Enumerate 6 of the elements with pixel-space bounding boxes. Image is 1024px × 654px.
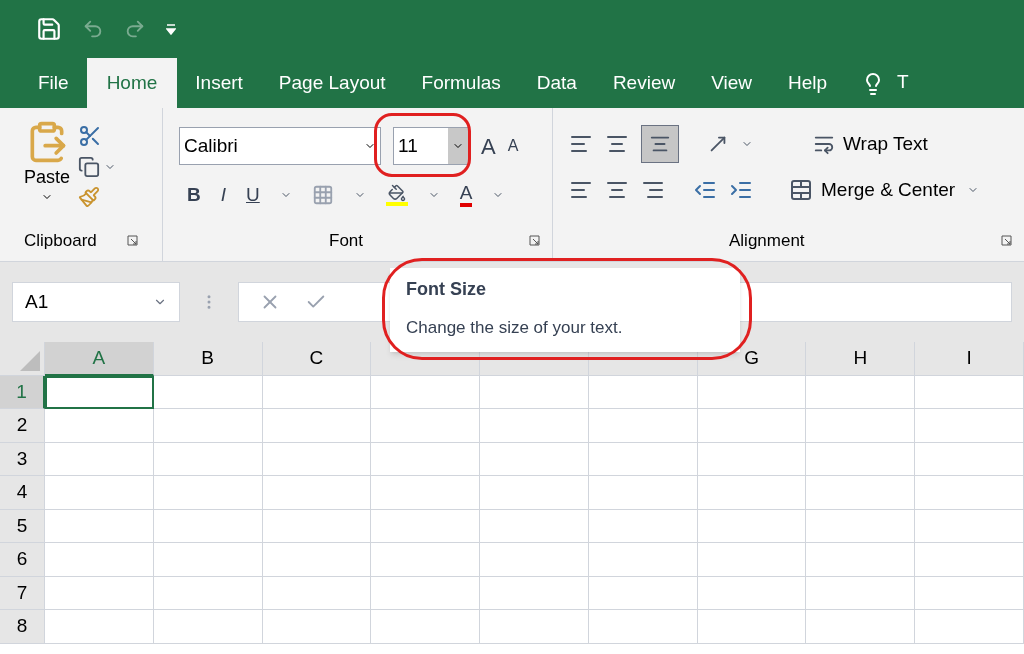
group-label: Alignment (729, 229, 805, 252)
tooltip-title: Font Size (406, 278, 487, 301)
group-label: Font (329, 229, 364, 252)
group-label: Clipboard (24, 229, 97, 252)
tell-me-text: T (897, 69, 909, 94)
tooltip-text: Change the size of your text. (406, 317, 624, 339)
